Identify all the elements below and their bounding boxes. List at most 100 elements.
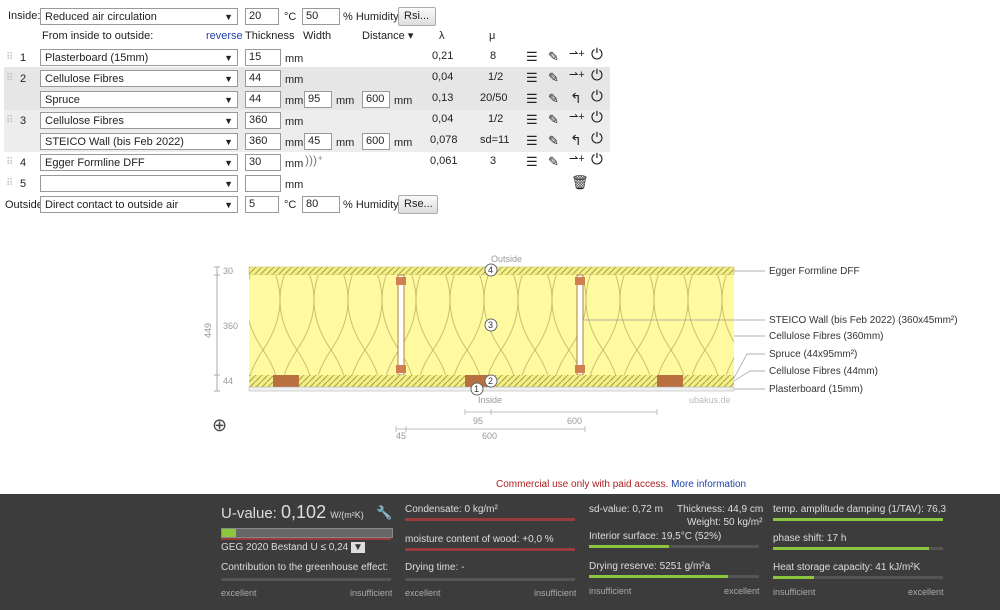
zoom-in-icon[interactable]: ⊕ bbox=[212, 416, 227, 434]
layer-2-sub-thickness-input[interactable]: 44 bbox=[245, 91, 281, 108]
drag-handle-icon[interactable]: ⠿ bbox=[6, 52, 13, 63]
edit-icon[interactable]: ✎ bbox=[548, 92, 559, 106]
dropdown-icon[interactable]: ▼ bbox=[351, 542, 365, 553]
power-icon[interactable]: ⏻ bbox=[591, 131, 603, 146]
notice-text: Commercial use only with paid access. bbox=[496, 479, 669, 490]
add-sublayer-icon[interactable]: ⇀+ bbox=[569, 68, 585, 82]
scale-insufficient: insufficient bbox=[350, 588, 393, 598]
menu-icon[interactable]: ☰ bbox=[526, 155, 538, 169]
condensate-bar bbox=[405, 518, 575, 521]
layer-5-thickness-input[interactable] bbox=[245, 175, 281, 192]
scale-excellent: excellent bbox=[908, 587, 944, 597]
edit-icon[interactable]: ✎ bbox=[548, 134, 559, 148]
unit-mm: mm bbox=[285, 116, 304, 128]
drag-handle-icon[interactable]: ⠿ bbox=[6, 178, 13, 189]
inside-temp-unit: °C bbox=[284, 11, 297, 23]
temp-amplitude-bar bbox=[773, 518, 943, 521]
menu-icon[interactable]: ☰ bbox=[526, 50, 538, 64]
undo-arrow-icon[interactable]: ↰ bbox=[570, 91, 582, 105]
add-sublayer-icon[interactable]: ⇀+ bbox=[569, 152, 585, 166]
header-distance[interactable]: Distance ▾ bbox=[362, 30, 413, 43]
phase-shift-label: phase shift: 17 h bbox=[773, 533, 847, 544]
outside-temp-input[interactable]: 5 bbox=[245, 196, 279, 213]
layer-4-material-select[interactable]: Egger Formline DFF ▼ bbox=[40, 154, 238, 171]
power-icon[interactable]: ⏻ bbox=[591, 89, 603, 104]
rsi-button[interactable]: Rsi... bbox=[398, 7, 436, 26]
menu-icon[interactable]: ☰ bbox=[526, 71, 538, 85]
chevron-down-icon: ▼ bbox=[224, 74, 233, 84]
layer-3-material-select[interactable]: Cellulose Fibres ▼ bbox=[40, 112, 238, 129]
layer-1-thickness-input[interactable]: 15 bbox=[245, 49, 281, 66]
add-sublayer-icon[interactable]: ⇀+ bbox=[569, 110, 585, 124]
drag-handle-icon[interactable]: ⠿ bbox=[6, 157, 13, 168]
layer-2-material-select[interactable]: Cellulose Fibres ▼ bbox=[40, 70, 238, 87]
interior-surface-label: Interior surface: 19,5°C (52%) bbox=[589, 531, 722, 542]
standard-select[interactable]: GEG 2020 Bestand U ≤ 0,24 ▼ bbox=[221, 542, 365, 553]
power-icon[interactable]: ⏻ bbox=[591, 68, 603, 83]
drag-handle-icon[interactable]: ⠿ bbox=[6, 73, 13, 84]
edit-icon[interactable]: ✎ bbox=[548, 50, 559, 64]
power-icon[interactable]: ⏻ bbox=[591, 47, 603, 62]
inside-temp-input[interactable]: 20 bbox=[245, 8, 279, 25]
layer-4-thickness-input[interactable]: 30 bbox=[245, 154, 281, 171]
layer-1-material-select[interactable]: Plasterboard (15mm) ▼ bbox=[40, 49, 238, 66]
heat-storage-label: Heat storage capacity: 41 kJ/m²K bbox=[773, 562, 921, 573]
layer-number: 5 bbox=[20, 178, 27, 190]
dim-44: 44 bbox=[223, 376, 233, 386]
layer-4-mu: 3 bbox=[490, 155, 497, 167]
power-icon[interactable]: ⏻ bbox=[591, 152, 603, 167]
layer-2-thickness-input[interactable]: 44 bbox=[245, 70, 281, 87]
wrench-icon[interactable]: 🔧 bbox=[376, 506, 392, 520]
reverse-link[interactable]: reverse bbox=[206, 30, 243, 43]
menu-icon[interactable]: ☰ bbox=[526, 113, 538, 127]
steico-flange bbox=[575, 365, 585, 373]
layer-4-material: Egger Formline DFF bbox=[45, 157, 145, 169]
layer-5-material-select[interactable]: ▼ bbox=[40, 175, 238, 192]
undo-arrow-icon[interactable]: ↰ bbox=[570, 133, 582, 147]
heat-storage-bar bbox=[773, 576, 943, 579]
sound-wave-icon[interactable]: )))⁺ bbox=[305, 153, 323, 167]
rse-button[interactable]: Rse... bbox=[398, 195, 438, 214]
layer-2-mu: 1/2 bbox=[488, 71, 504, 83]
layer-number: 4 bbox=[20, 157, 27, 169]
menu-icon[interactable]: ☰ bbox=[526, 134, 538, 148]
layer-3-sub-width-input[interactable]: 45 bbox=[304, 133, 332, 150]
dim-total: 449 bbox=[203, 323, 213, 338]
layer-2-sub-width-input[interactable]: 95 bbox=[304, 91, 332, 108]
outside-humidity-input[interactable]: 80 bbox=[302, 196, 340, 213]
legend-plasterboard: Plasterboard (15mm) bbox=[769, 384, 863, 395]
outside-condition-select[interactable]: Direct contact to outside air ▼ bbox=[40, 196, 238, 213]
layer-1-lambda: 0,21 bbox=[432, 50, 454, 62]
uvalue-limit-bar bbox=[221, 538, 391, 540]
trash-icon[interactable]: 🗑 bbox=[571, 175, 589, 189]
uvalue-bar-fill bbox=[222, 529, 236, 537]
temp-amplitude-label: temp. amplitude damping (1/TAV): 76,3 bbox=[773, 504, 947, 515]
moisture-bar bbox=[405, 548, 575, 551]
interior-surface-bar-fill bbox=[589, 545, 669, 548]
edit-icon[interactable]: ✎ bbox=[548, 71, 559, 85]
more-information-link[interactable]: More information bbox=[671, 479, 746, 490]
power-icon[interactable]: ⏻ bbox=[591, 110, 603, 125]
add-sublayer-icon[interactable]: ⇀+ bbox=[569, 47, 585, 61]
outside-condition-value: Direct contact to outside air bbox=[45, 199, 179, 211]
chevron-down-icon: ▼ bbox=[224, 179, 233, 189]
layer-2-sub-distance-input[interactable]: 600 bbox=[362, 91, 390, 108]
menu-icon[interactable]: ☰ bbox=[526, 92, 538, 106]
edit-icon[interactable]: ✎ bbox=[548, 155, 559, 169]
inside-condition-select[interactable]: Reduced air circulation ▼ bbox=[40, 8, 238, 25]
chevron-down-icon: ▼ bbox=[224, 200, 233, 210]
drying-time-bar bbox=[405, 578, 575, 581]
inside-humidity-unit: % Humidity bbox=[343, 11, 399, 23]
inside-humidity-input[interactable]: 50 bbox=[302, 8, 340, 25]
layer-2-sub-material-select[interactable]: Spruce ▼ bbox=[40, 91, 238, 108]
edit-icon[interactable]: ✎ bbox=[548, 113, 559, 127]
layer-3-thickness-input[interactable]: 360 bbox=[245, 112, 281, 129]
layer-3-sub-material: STEICO Wall (bis Feb 2022) bbox=[45, 136, 184, 148]
moisture-label: moisture content of wood: +0,0 % bbox=[405, 534, 554, 545]
unit-mm: mm bbox=[285, 179, 304, 191]
layer-3-sub-distance-input[interactable]: 600 bbox=[362, 133, 390, 150]
layer-3-sub-thickness-input[interactable]: 360 bbox=[245, 133, 281, 150]
chevron-down-icon: ▼ bbox=[224, 53, 233, 63]
drag-handle-icon[interactable]: ⠿ bbox=[6, 115, 13, 126]
layer-3-sub-material-select[interactable]: STEICO Wall (bis Feb 2022) ▼ bbox=[40, 133, 238, 150]
